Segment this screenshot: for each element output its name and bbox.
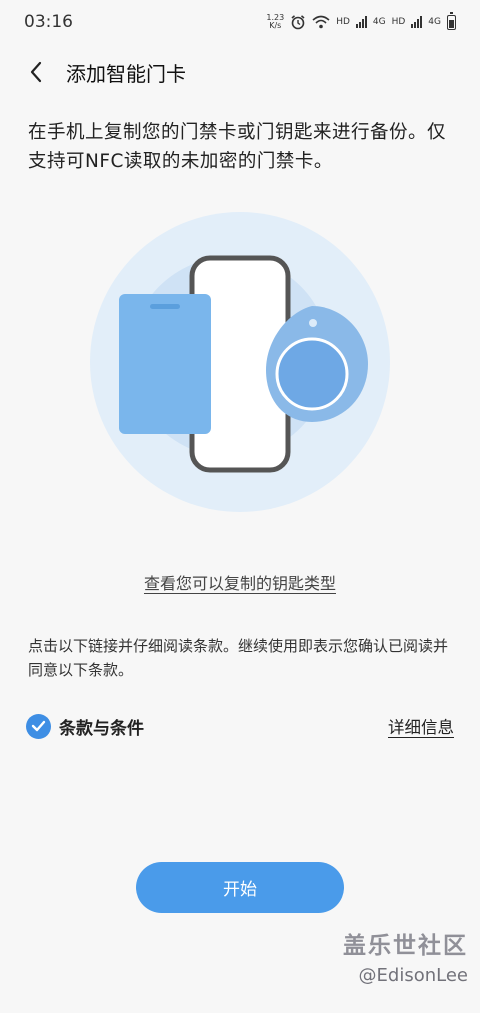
terms-description: 点击以下链接并仔细阅读条款。继续使用即表示您确认已阅读并同意以下条款。 [28, 637, 449, 679]
signal-icon-1 [355, 16, 367, 28]
watermark: 盖乐世社区 @EdisonLee [343, 930, 468, 990]
chevron-left-icon [30, 61, 42, 83]
check-icon [31, 720, 46, 732]
key-types-link[interactable]: 查看您可以复制的钥匙类型 [0, 570, 480, 594]
page-title: 添加智能门卡 [66, 61, 186, 86]
net-type-2: 4G [428, 17, 441, 27]
terms-checkbox-group: 条款与条件 [26, 713, 144, 739]
status-time: 03:16 [24, 12, 73, 32]
status-icons: 1.23 K/s HD 4G HD 4G [266, 11, 456, 30]
net-speed: 1.23 K/s [266, 13, 285, 30]
intro-text: 在手机上复制您的门禁卡或门钥匙来进行备份。仅支持可NFC读取的未加密的门禁卡。 [28, 122, 447, 172]
alarm-icon [291, 15, 305, 30]
hd-label-1: HD [336, 17, 350, 27]
battery-icon [447, 11, 456, 30]
net-type-1: 4G [372, 17, 386, 27]
terms-row: 条款与条件 详细信息 [26, 708, 454, 744]
hd-label-2: HD [391, 17, 406, 27]
details-link[interactable]: 详细信息 [388, 714, 454, 738]
signal-icon-2 [411, 16, 423, 28]
terms-checkbox[interactable] [26, 713, 51, 739]
nfc-card-illustration [90, 212, 390, 512]
back-button[interactable] [16, 50, 56, 94]
wifi-icon [312, 15, 330, 29]
terms-label: 条款与条件 [59, 718, 144, 739]
watermark-title: 盖乐世社区 [343, 933, 468, 959]
watermark-user: @EdisonLee [358, 965, 468, 986]
start-button[interactable]: 开始 [136, 862, 344, 913]
status-bar: 03:16 1.23 K/s HD 4G HD 4G [0, 0, 480, 44]
app-header: 添加智能门卡 [0, 50, 480, 94]
